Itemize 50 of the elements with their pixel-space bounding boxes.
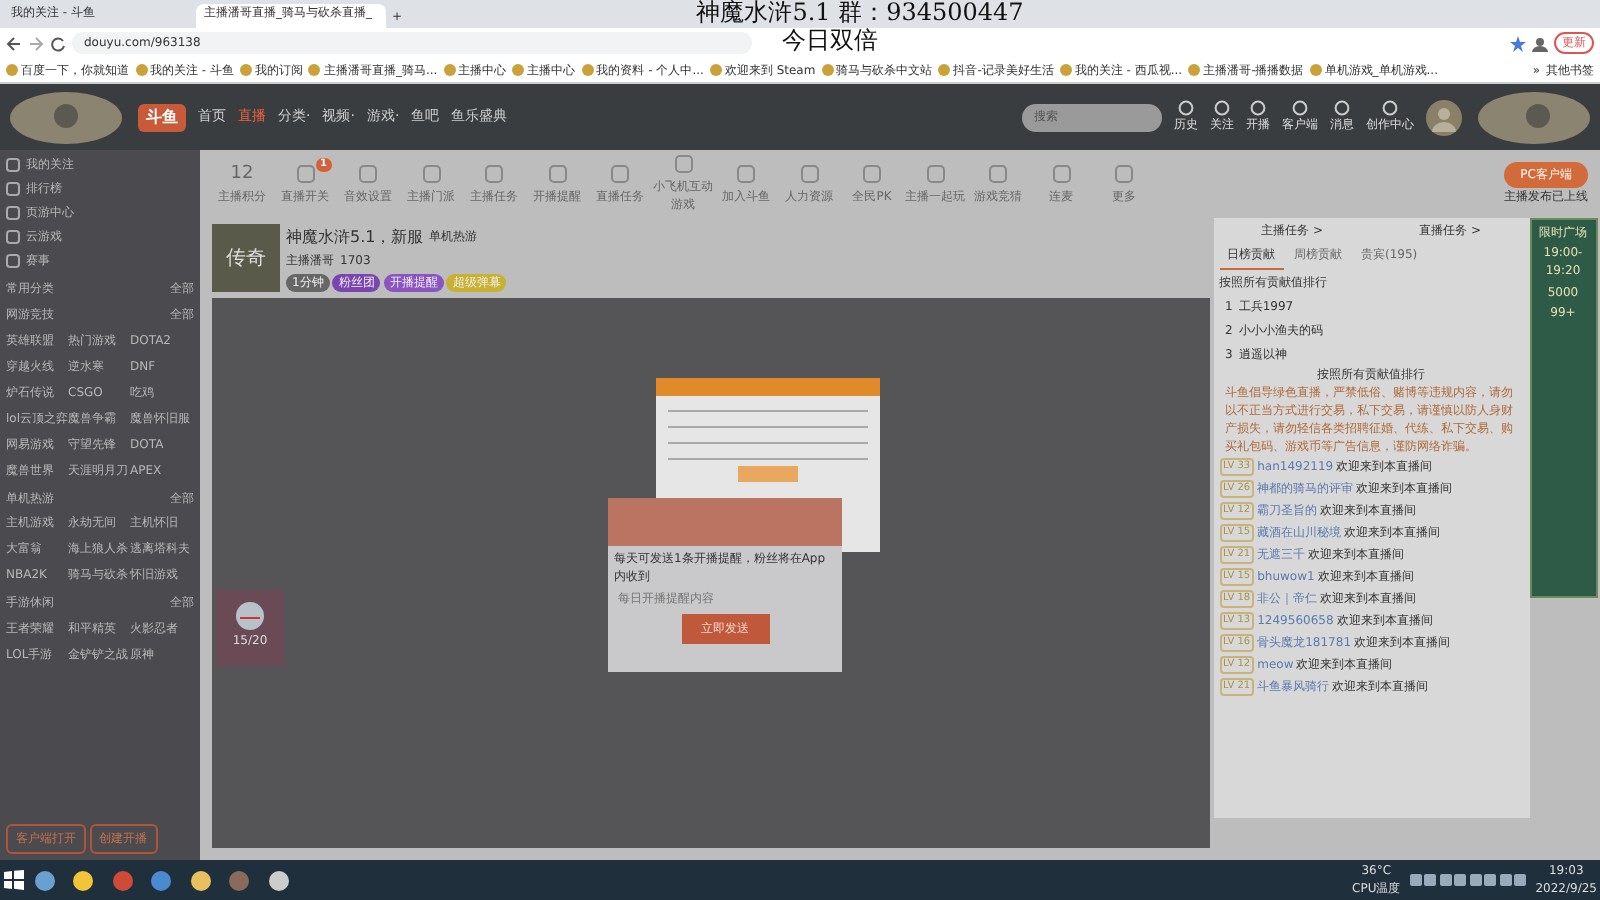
action-icon	[1292, 100, 1308, 116]
tool-icon	[295, 163, 315, 183]
reload-icon[interactable]	[50, 35, 66, 51]
overlay-subtitle: 今日双倍	[782, 28, 878, 54]
app-icon[interactable]	[267, 869, 289, 891]
action-icon	[1178, 100, 1194, 116]
bookmark-icon	[938, 64, 951, 76]
bookmark-icon	[135, 64, 147, 76]
back-icon[interactable]	[6, 35, 22, 51]
tool-icon	[1051, 163, 1071, 183]
bookmark-icon	[1309, 64, 1322, 76]
tool-icon	[736, 163, 756, 183]
bookmark-icon	[1188, 64, 1201, 76]
tool-icon	[610, 163, 630, 183]
tool-icon	[673, 154, 693, 174]
tool-icon	[988, 163, 1008, 183]
bookmark-icon	[443, 64, 456, 76]
tool-icon	[1114, 163, 1134, 183]
app-icon[interactable]	[33, 869, 55, 891]
tool-icon	[862, 163, 882, 183]
bookmark-icon	[1059, 64, 1072, 76]
app-icon[interactable]	[72, 869, 94, 891]
tool-icon	[925, 163, 945, 183]
overlay-title: 神魔水浒5.1 群：934500447	[696, 0, 1024, 26]
room-title: 神魔水浒5.1，新服	[286, 225, 424, 249]
tool-icon	[547, 163, 567, 183]
score-value: 12	[228, 161, 256, 188]
action-icon	[1334, 100, 1350, 116]
site-logo[interactable]: 斗鱼	[138, 103, 186, 131]
bookmark-icon	[512, 64, 525, 76]
app-icon[interactable]	[189, 869, 211, 891]
tool-icon	[358, 163, 378, 183]
windows-start-icon[interactable]	[3, 870, 23, 890]
action-icon	[1250, 100, 1266, 116]
profile-icon[interactable]	[1532, 35, 1548, 51]
action-icon	[1214, 100, 1230, 116]
tool-icon	[421, 163, 441, 183]
room-cover: 传奇	[212, 224, 280, 292]
tool-icon	[799, 163, 819, 183]
bookmark-icon	[6, 64, 18, 76]
bookmark-icon	[581, 64, 594, 76]
bookmark-icon	[308, 64, 321, 76]
bookmark-icon	[239, 64, 252, 76]
app-icon[interactable]	[150, 869, 172, 891]
bookmark-icon	[821, 64, 834, 76]
star-icon[interactable]	[1510, 35, 1526, 51]
action-icon	[1382, 100, 1398, 116]
bookmark-icon	[709, 64, 722, 76]
avatar-icon[interactable]	[1426, 99, 1462, 135]
tool-icon	[484, 163, 504, 183]
